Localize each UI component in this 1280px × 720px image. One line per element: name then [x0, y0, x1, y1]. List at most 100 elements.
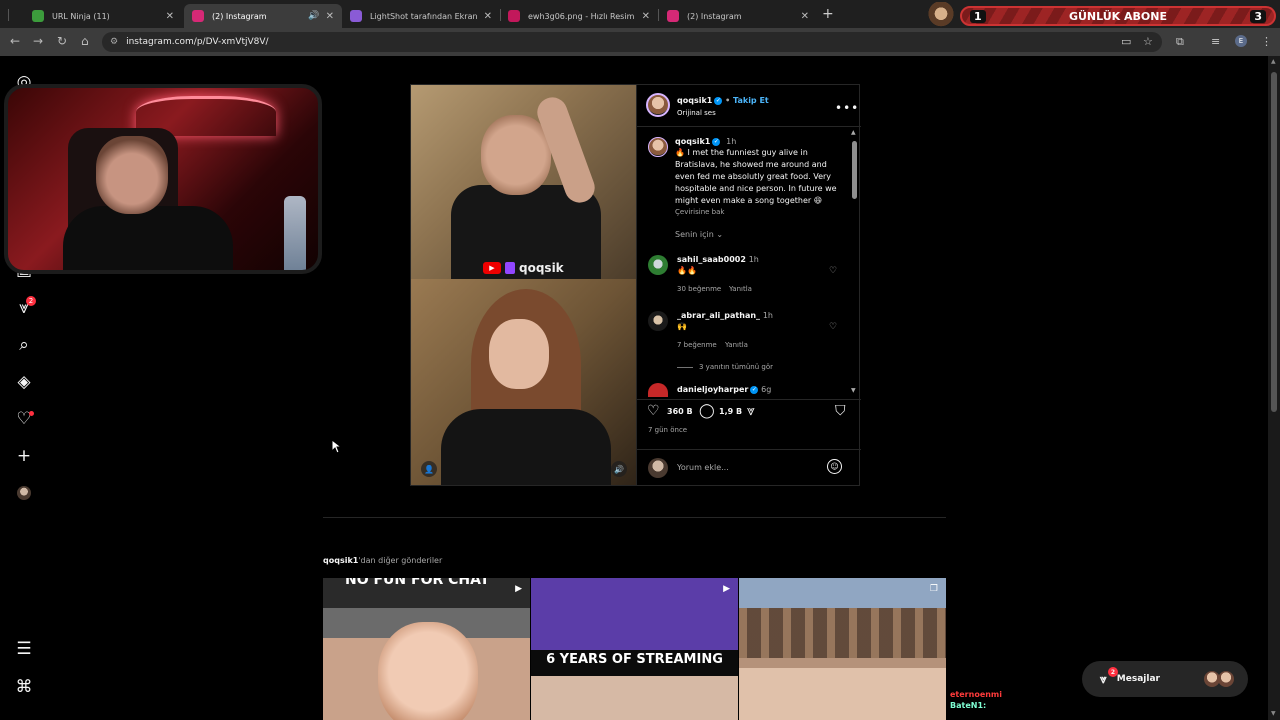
comment-likes[interactable]: 7 beğenme — [677, 341, 717, 349]
tab-close-icon[interactable]: ✕ — [326, 11, 334, 22]
browser-profile-avatar[interactable]: E — [1235, 35, 1247, 47]
new-tab-icon[interactable]: + — [822, 6, 834, 22]
audio-label[interactable]: Orijinal ses — [677, 109, 716, 117]
scroll-up-icon[interactable]: ▲ — [1271, 58, 1276, 65]
more-options-icon[interactable]: ••• — [835, 101, 859, 115]
comment-avatar[interactable] — [648, 255, 668, 275]
follow-button[interactable]: Takip Et — [733, 96, 769, 105]
owner-avatar[interactable] — [646, 93, 670, 117]
video-frame-top — [411, 85, 636, 285]
comment-input[interactable]: Yorum ekle... — [677, 463, 729, 472]
apps-icon[interactable]: ⌘ — [14, 677, 34, 697]
scroll-down-icon[interactable]: ▼ — [851, 387, 856, 394]
forward-icon[interactable]: → — [33, 34, 43, 48]
tab-close-icon[interactable]: ✕ — [642, 11, 650, 22]
translate-link[interactable]: Çevirisine bak — [675, 208, 724, 216]
comment-username[interactable]: danieljoyharper — [677, 385, 748, 394]
carousel-icon: ❐ — [929, 584, 938, 594]
profile-avatar[interactable] — [17, 486, 31, 500]
tab-close-icon[interactable]: ✕ — [801, 11, 809, 22]
post-date: 7 gün önce — [648, 426, 688, 434]
chevron-down-icon: ⌄ — [716, 230, 724, 239]
scroll-down-icon[interactable]: ▼ — [1271, 710, 1276, 717]
streamer-face — [96, 136, 168, 214]
comment-username[interactable]: _abrar_ali_pathan_ — [677, 311, 760, 320]
comment-count: 1,9 B — [719, 407, 743, 416]
browser-menu-icon[interactable]: ⋮ — [1261, 35, 1272, 48]
thumbnail-caption: 6 YEARS OF STREAMING — [546, 652, 723, 667]
page-scrollbar-thumb[interactable] — [1271, 72, 1277, 412]
explore-icon[interactable]: ◈ — [14, 372, 34, 392]
share-icon[interactable]: ⩔ — [747, 403, 755, 419]
more-post-thumbnail[interactable]: ❐ — [739, 578, 946, 720]
comment-icon[interactable]: ◯ — [699, 403, 715, 419]
comment-like-heart-icon[interactable]: ♡ — [829, 266, 837, 276]
tab-lightshot[interactable]: LightShot tarafından Ekran Görü ✕ — [342, 4, 500, 28]
comment-filter-dropdown[interactable]: Senin için ⌄ — [675, 230, 723, 239]
verified-icon: ✓ — [750, 385, 759, 394]
tab-close-icon[interactable]: ✕ — [484, 11, 492, 22]
owner-username[interactable]: qoqsik1 — [677, 96, 712, 105]
more-post-thumbnail[interactable]: 6 YEARS OF STREAMING ▶ — [531, 578, 738, 720]
replies-line — [677, 366, 693, 368]
section-divider — [323, 517, 946, 518]
messages-button[interactable]: ⩔ 2 Mesajlar — [1082, 661, 1248, 697]
save-bookmark-icon[interactable]: ⛉ — [835, 403, 846, 419]
comments-scrollbar-thumb[interactable] — [852, 141, 857, 199]
comment-user: danieljoyharper ✓ 6g — [677, 385, 771, 394]
post-video[interactable]: ▶ qoqsik 👤 🔊 — [411, 85, 636, 485]
caption-username[interactable]: qoqsik1 — [675, 137, 710, 146]
reload-icon[interactable]: ↻ — [57, 34, 67, 48]
tab-instagram-active[interactable]: (2) Instagram 🔊 ✕ — [184, 4, 342, 28]
streamer-avatar-sticker — [926, 2, 956, 28]
like-heart-icon[interactable]: ♡ — [647, 403, 660, 419]
view-replies-link[interactable]: 3 yanıtın tümünü gör — [677, 363, 773, 371]
site-info-icon[interactable]: ⚙ — [110, 37, 118, 47]
messages-label: Mesajlar — [1116, 674, 1160, 684]
address-bar[interactable]: ⚙ instagram.com/p/DV-xmVtjV8V/ — [102, 32, 1162, 52]
reel-icon: ▶ — [515, 584, 522, 594]
cast-icon[interactable]: ▭ — [1121, 35, 1131, 48]
more-posts-title: qoqsik1'dan diğer gönderiler — [323, 556, 442, 565]
daily-subscriber-goal-bar: 1 GÜNLÜK ABONE 3 — [960, 6, 1276, 26]
extensions-icon[interactable]: ⧉ — [1176, 35, 1184, 49]
reply-link[interactable]: Yanıtla — [729, 285, 752, 293]
caption-avatar[interactable] — [648, 137, 668, 157]
streamer-shirt — [63, 206, 233, 270]
comment-avatar[interactable] — [648, 311, 668, 331]
menu-icon[interactable]: ☰ — [14, 639, 34, 659]
comments-scrollbar[interactable]: ▲ ▼ — [851, 129, 859, 397]
tab-quick-image[interactable]: ewh3g06.png - Hızlı Resim ✕ — [500, 4, 658, 28]
scroll-up-icon[interactable]: ▲ — [851, 129, 856, 136]
like-count[interactable]: 360 B — [667, 407, 693, 416]
comment-like-heart-icon[interactable]: ♡ — [829, 322, 837, 332]
man-face — [481, 115, 551, 195]
create-icon[interactable]: + — [14, 446, 34, 466]
tab-url-ninja[interactable]: URL Ninja (11) ✕ — [24, 4, 182, 28]
comment-likes[interactable]: 30 beğenme — [677, 285, 721, 293]
more-post-thumbnail[interactable]: NO FUN FOR CHAT ▶ — [323, 578, 530, 720]
tab-title: URL Ninja (11) — [52, 11, 110, 21]
volume-icon[interactable]: 🔊 — [611, 461, 627, 477]
tab-search-icon[interactable] — [8, 9, 9, 21]
comment-avatar[interactable] — [648, 383, 668, 397]
comment-text: 🙌 — [677, 322, 687, 331]
tab-close-icon[interactable]: ✕ — [166, 11, 174, 22]
stream-chat-overlay: eternoenmi BateN1: — [950, 689, 1002, 711]
tab-instagram[interactable]: (2) Instagram ✕ — [659, 4, 817, 28]
media-controls-icon[interactable]: ≡ — [1211, 35, 1220, 48]
tagged-user-icon[interactable]: 👤 — [421, 461, 437, 477]
back-icon[interactable]: ← — [10, 34, 20, 48]
emoji-icon[interactable]: ☺ — [827, 459, 842, 474]
bookmark-star-icon[interactable]: ☆ — [1143, 35, 1153, 48]
more-posts-suffix: 'dan diğer gönderiler — [358, 556, 443, 565]
more-posts-owner[interactable]: qoqsik1 — [323, 556, 358, 565]
comment-username[interactable]: sahil_saab0002 — [677, 255, 746, 264]
search-icon[interactable]: ⌕ — [14, 335, 34, 355]
comment-time: 1h — [748, 255, 759, 264]
speaker-icon[interactable]: 🔊 — [308, 11, 319, 21]
page-scrollbar[interactable]: ▲ ▼ — [1268, 56, 1280, 720]
home-icon[interactable]: ⌂ — [81, 34, 89, 48]
tab-title: (2) Instagram — [212, 11, 267, 21]
reply-link[interactable]: Yanıtla — [725, 341, 748, 349]
